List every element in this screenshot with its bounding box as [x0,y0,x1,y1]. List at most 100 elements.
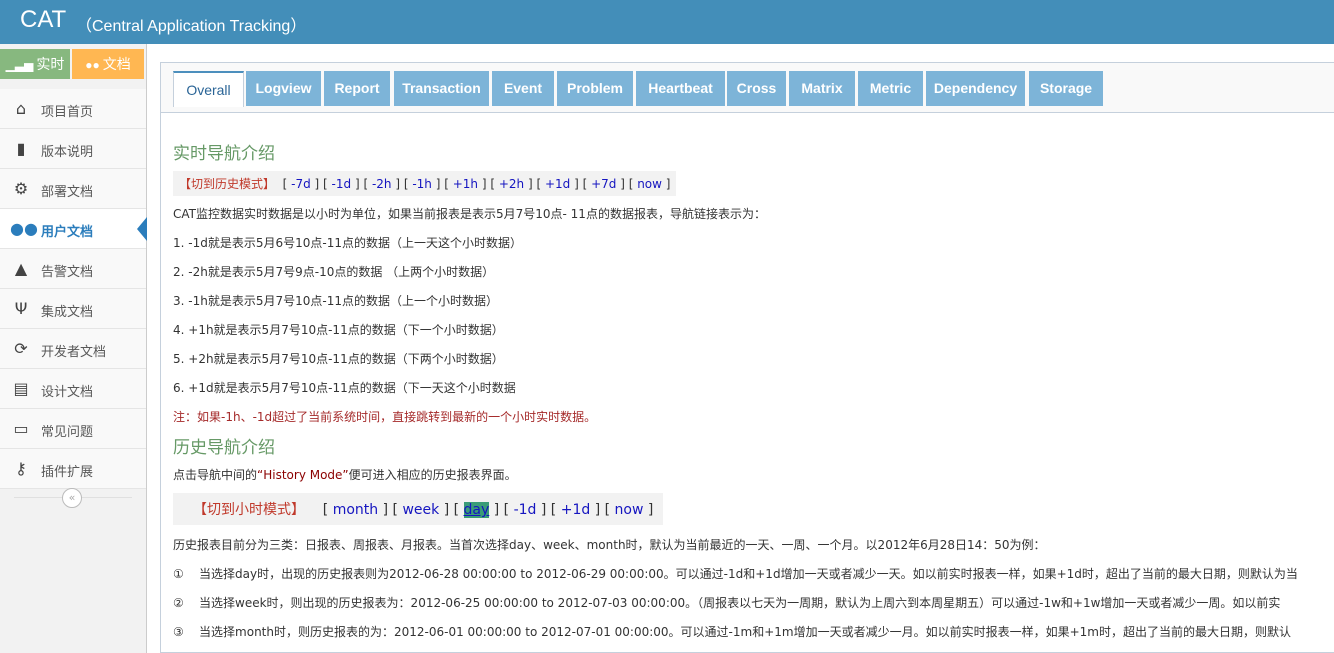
list-text: 当选择day时，出现的历史报表则为2012-06-28 00:00:00 to … [199,567,1298,581]
sidebar-item-home[interactable]: ⌂ 项目首页 [0,89,146,129]
nav-link-plus-7d[interactable]: +7d [591,177,616,191]
nav-link-month[interactable]: month [333,502,378,518]
sidebar-item-label: 开发者文档 [41,345,107,360]
tab-transaction[interactable]: Transaction [394,71,489,106]
tab-event[interactable]: Event [492,71,554,106]
history-mode-quote: “History Mode” [257,468,349,482]
group-icon: ●● [85,58,100,72]
home-icon: ⌂ [15,99,27,118]
sidebar-item-label: 版本说明 [41,145,94,160]
sidebar-item-label: 告警文档 [41,265,94,280]
realtime-nav-bar: 【切到历史模式】 [ -7d ] [ -1d ] [ -2h ] [ -1h ]… [173,171,677,196]
sidebar-item-release-notes[interactable]: ▮ 版本说明 [0,129,146,169]
signal-icon: ▁▃▅ [5,58,34,72]
users-icon: ●● [10,219,38,238]
list-item: 6. +1d就是表示5月7号10点-11点的数据（下一天这个小时数据 [173,381,516,395]
gears-icon: ⚙ [13,179,29,198]
list-item: 1. -1d就是表示5月6号10点-11点的数据（上一天这个小时数据） [173,236,522,250]
sidebar-nav: ⌂ 项目首页 ▮ 版本说明 ⚙ 部署文档 ●● 用户文档 ▲ 告警文档 Ψ 集成… [0,89,147,489]
sidebar-item-label: 设计文档 [41,385,94,400]
docs-mode-button[interactable]: ●● 文档 [72,49,144,79]
nav-link-minus-2h[interactable]: -2h [372,177,392,191]
nav-link-day[interactable]: day [463,502,490,518]
top-navbar: CAT （Central Application Tracking） [0,0,1334,44]
tab-dependency[interactable]: Dependency [926,71,1025,106]
sidebar-item-label: 常见问题 [41,425,94,440]
list-item: 5. +2h就是表示5月7号10点-11点的数据（下两个小时数据） [173,352,504,366]
nav-link-plus-1d[interactable]: +1d [545,177,570,191]
realtime-intro: CAT监控数据实时数据是以小时为单位，如果当前报表是表示5月7号10点- 11点… [173,207,766,221]
nav-link-minus-7d[interactable]: -7d [291,177,311,191]
list-text: 当选择week时，则出现的历史报表为：2012-06-25 00:00:00 t… [199,596,1281,610]
nav-link-minus-1h[interactable]: -1h [412,177,432,191]
nav-link-plus-1h[interactable]: +1h [453,177,478,191]
sidebar-item-user-docs[interactable]: ●● 用户文档 [0,209,147,249]
sidebar-item-deploy-docs[interactable]: ⚙ 部署文档 [0,169,146,209]
list-number: ① [173,567,184,581]
switch-hour-mode-link[interactable]: 【切到小时模式】 [193,502,305,518]
brand-logo[interactable]: CAT [20,6,66,34]
nav-link-hist-plus-1d[interactable]: +1d [561,502,591,518]
docs-label: 文档 [102,56,131,72]
tab-logview[interactable]: Logview [246,71,321,106]
sidebar-item-design-docs[interactable]: ▤ 设计文档 [0,369,146,409]
realtime-note: 注：如果-1h、-1d超过了当前系统时间，直接跳转到最新的一个小时实时数据。 [173,410,597,424]
list-item: ③ 当选择month时，则历史报表的为：2012-06-01 00:00:00 … [173,623,1291,640]
tab-storage[interactable]: Storage [1029,71,1103,106]
sidebar-item-faq[interactable]: ▭ 常见问题 [0,409,146,449]
list-number: ② [173,596,184,610]
list-item: ② 当选择week时，则出现的历史报表为：2012-06-25 00:00:00… [173,594,1280,611]
tab-problem[interactable]: Problem [557,71,633,106]
sidebar-item-label: 集成文档 [41,305,94,320]
history-nav-bar: 【切到小时模式】 [ month ] [ week ] [ day ] [ -1… [173,493,664,525]
refresh-icon: ⟳ [14,339,28,358]
tab-report[interactable]: Report [324,71,390,106]
key-icon: ⚷ [15,459,27,478]
list-item: ① 当选择day时，出现的历史报表则为2012-06-28 00:00:00 t… [173,565,1298,582]
history-description: 历史报表目前分为三类：日报表、周报表、月报表。当首次选择day、week、mon… [173,538,1046,552]
history-nav-title: 历史导航介绍 [173,438,275,458]
sidebar-collapse: « [0,488,146,508]
nav-link-minus-1d[interactable]: -1d [332,177,352,191]
notebook-icon: ▤ [13,379,29,398]
sidebar-item-label: 部署文档 [41,185,94,200]
history-intro-text: 点击导航中间的 [173,468,258,482]
list-item: 4. +1h就是表示5月7号10点-11点的数据（下一个小时数据） [173,323,504,337]
tab-matrix[interactable]: Matrix [789,71,855,106]
sidebar-item-developer-docs[interactable]: ⟳ 开发者文档 [0,329,146,369]
sidebar-item-alert-docs[interactable]: ▲ 告警文档 [0,249,146,289]
realtime-label: 实时 [36,56,65,72]
history-intro: 点击导航中间的“History Mode”便可进入相应的历史报表界面。 [173,466,517,483]
list-item: 3. -1h就是表示5月7号10点-11点的数据（上一个小时数据） [173,294,498,308]
brand-subtitle: （Central Application Tracking） [76,18,307,35]
nav-link-hist-minus-1d[interactable]: -1d [514,502,537,518]
realtime-mode-button[interactable]: ▁▃▅ 实时 [0,49,70,79]
history-intro-text-2: 便可进入相应的历史报表界面。 [348,468,517,482]
list-number: ③ [173,625,184,639]
book-icon: ▮ [16,139,26,158]
switch-history-mode-link[interactable]: 【切到历史模式】 [179,177,275,191]
sidebar-item-plugins[interactable]: ⚷ 插件扩展 [0,449,146,489]
nav-link-hist-now[interactable]: now [615,502,644,518]
tab-overall[interactable]: Overall [173,71,244,107]
inbox-icon: ▭ [13,419,29,438]
sidebar-item-label: 插件扩展 [41,465,94,480]
tab-bar: Overall Logview Report Transaction Event… [161,63,1334,113]
collapse-sidebar-button[interactable]: « [62,488,82,508]
realtime-nav-title: 实时导航介绍 [173,144,275,164]
sidebar: ▁▃▅ 实时 ●● 文档 ⌂ 项目首页 ▮ 版本说明 ⚙ 部署文档 ●● 用户文档 … [0,44,147,653]
tab-metric[interactable]: Metric [858,71,923,106]
sidebar-item-label: 用户文档 [41,225,94,240]
main-panel: Overall Logview Report Transaction Event… [160,62,1334,653]
sidebar-item-label: 项目首页 [41,105,94,120]
nav-link-week[interactable]: week [402,502,439,518]
list-item: 2. -2h就是表示5月7号9点-10点的数据 （上两个小时数据） [173,265,495,279]
cutlery-icon: Ψ [14,299,28,318]
tab-heartbeat[interactable]: Heartbeat [636,71,725,106]
list-text: 当选择month时，则历史报表的为：2012-06-01 00:00:00 to… [199,625,1291,639]
bell-icon: ▲ [14,259,28,278]
tab-cross[interactable]: Cross [727,71,786,106]
nav-link-now[interactable]: now [637,177,662,191]
sidebar-item-integration-docs[interactable]: Ψ 集成文档 [0,289,146,329]
nav-link-plus-2h[interactable]: +2h [499,177,524,191]
